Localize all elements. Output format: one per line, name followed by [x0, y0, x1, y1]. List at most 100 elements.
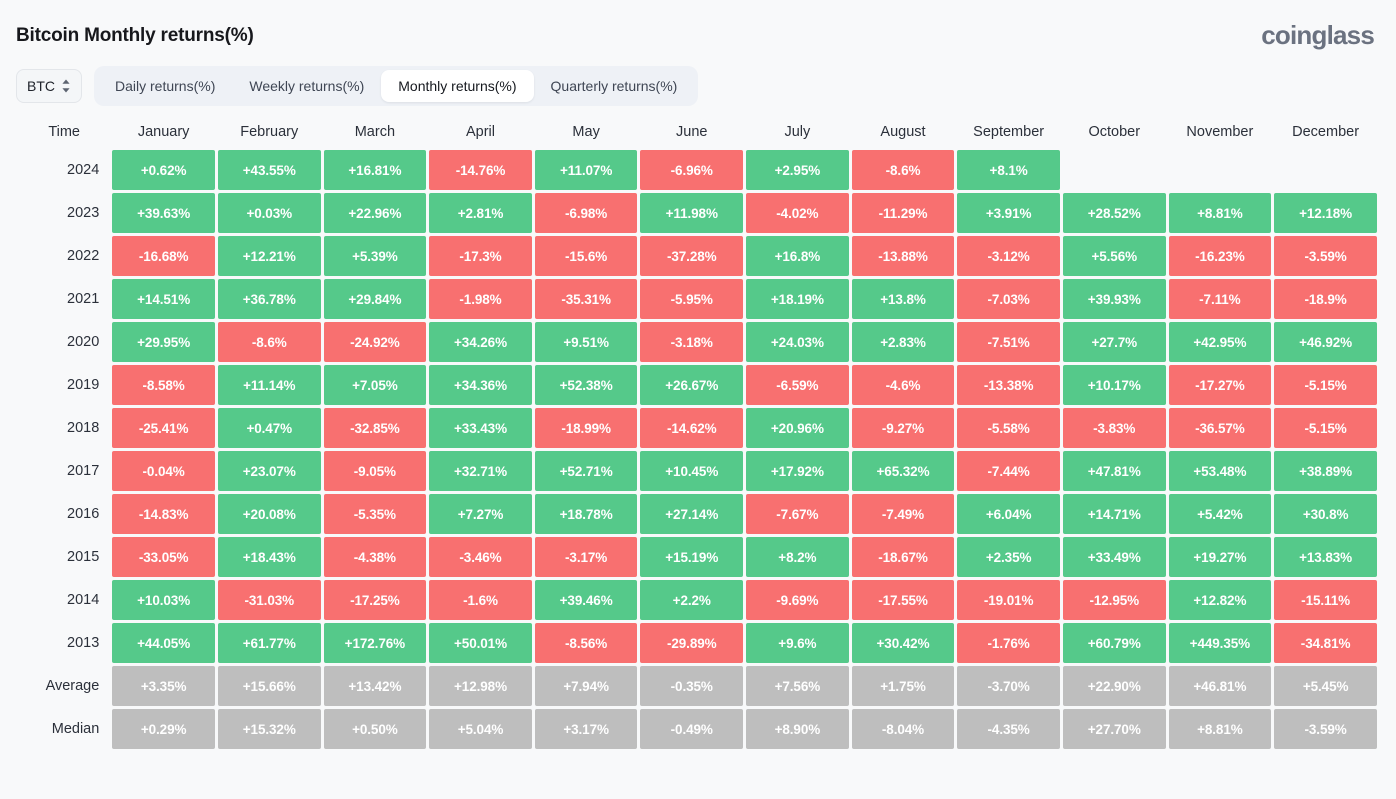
return-cell: +20.08%	[217, 494, 321, 534]
return-cell: -14.62%	[640, 408, 744, 448]
return-cell: +2.95%	[746, 150, 849, 190]
return-cell: -8.6%	[217, 322, 321, 362]
table-row: 2015 -33.05% +18.43% -4.38% -3.46% -3.17% +15.…	[19, 537, 1377, 577]
return-cell: +22.96%	[323, 193, 427, 233]
return-cell: +52.38%	[534, 365, 638, 405]
tab-daily-returns[interactable]: Daily returns(%)	[98, 70, 232, 102]
return-cell: +14.51%	[112, 279, 215, 319]
column-header-march: March	[354, 124, 396, 140]
table-row: 2016 -14.83% +20.08% -5.35% +7.27% +18.78% +27…	[19, 494, 1377, 534]
return-cell: -3.83%	[1062, 408, 1166, 448]
return-cell: +18.19%	[746, 279, 849, 319]
return-cell: -37.28%	[640, 236, 744, 276]
return-cell: +65.32%	[851, 451, 955, 491]
table-row: 2020 +29.95% -8.6% -24.92% +34.26% +9.51% -3.1…	[19, 322, 1377, 362]
row-label-2022: 2022	[67, 248, 100, 264]
row-label-median: Median	[51, 721, 100, 737]
column-header-october: October	[1088, 124, 1141, 140]
return-cell: -8.58%	[112, 365, 215, 405]
return-cell: +34.36%	[429, 365, 532, 405]
return-cell: +11.98%	[640, 193, 744, 233]
return-cell: +8.90%	[746, 709, 849, 749]
return-cell: +5.04%	[429, 709, 532, 749]
return-cell: -15.6%	[534, 236, 638, 276]
return-cell: -1.98%	[429, 279, 532, 319]
return-cell: +3.35%	[112, 666, 215, 706]
return-cell: +8.2%	[746, 537, 849, 577]
return-cell: -16.68%	[112, 236, 215, 276]
return-cell: +13.42%	[323, 666, 427, 706]
return-cell: +13.83%	[1274, 537, 1377, 577]
return-cell: +15.32%	[217, 709, 321, 749]
return-cell: -8.56%	[534, 623, 638, 663]
return-cell: +20.96%	[746, 408, 849, 448]
page-title: Bitcoin Monthly returns(%)	[16, 25, 254, 46]
return-cell: +27.14%	[640, 494, 744, 534]
return-cell: -3.12%	[957, 236, 1060, 276]
return-cell: +60.79%	[1062, 623, 1166, 663]
return-cell: -4.6%	[851, 365, 955, 405]
return-cell: +28.52%	[1062, 193, 1166, 233]
coin-selector[interactable]: BTC	[16, 69, 82, 103]
return-cell: -7.03%	[957, 279, 1060, 319]
table-row: 2014 +10.03% -31.03% -17.25% -1.6% +39.46% +2.…	[19, 580, 1377, 620]
return-cell: +22.90%	[1062, 666, 1166, 706]
return-cell: -25.41%	[112, 408, 215, 448]
return-cell: -3.17%	[534, 537, 638, 577]
return-cell: +11.07%	[534, 150, 638, 190]
return-cell: +42.95%	[1168, 322, 1272, 362]
tab-weekly-returns[interactable]: Weekly returns(%)	[232, 70, 381, 102]
row-label-2020: 2020	[67, 334, 100, 350]
return-cell: -29.89%	[640, 623, 744, 663]
return-cell: -0.04%	[112, 451, 215, 491]
return-cell: -7.49%	[851, 494, 955, 534]
return-cell: -33.05%	[112, 537, 215, 577]
return-cell: +5.45%	[1274, 666, 1377, 706]
return-cell: +449.35%	[1168, 623, 1272, 663]
row-label-2014: 2014	[67, 592, 100, 608]
return-cell: -3.18%	[640, 322, 744, 362]
return-cell: +11.14%	[217, 365, 321, 405]
return-cell: +8.81%	[1168, 193, 1272, 233]
return-cell: -17.27%	[1168, 365, 1272, 405]
return-cell: +15.19%	[640, 537, 744, 577]
return-cell: +53.48%	[1168, 451, 1272, 491]
return-cell: -15.11%	[1274, 580, 1377, 620]
return-cell: -0.35%	[640, 666, 744, 706]
return-cell: +5.42%	[1168, 494, 1272, 534]
return-cell: +32.71%	[429, 451, 532, 491]
row-label-2018: 2018	[67, 420, 100, 436]
return-cell: +172.76%	[323, 623, 427, 663]
return-cell: +9.51%	[534, 322, 638, 362]
return-cell: +7.94%	[534, 666, 638, 706]
column-header-january: January	[137, 124, 190, 140]
return-cell: +24.03%	[746, 322, 849, 362]
column-header-august: August	[880, 124, 926, 140]
return-cell: +3.91%	[957, 193, 1060, 233]
return-cell: -13.88%	[851, 236, 955, 276]
column-header-september: September	[973, 124, 1045, 140]
return-cell: -1.6%	[429, 580, 532, 620]
return-cell: -7.11%	[1168, 279, 1272, 319]
tab-quarterly-returns[interactable]: Quarterly returns(%)	[534, 70, 695, 102]
table-row: Average +3.35% +15.66% +13.42% +12.98% +7.94%…	[19, 666, 1377, 706]
return-cell: +46.92%	[1274, 322, 1377, 362]
return-cell: -9.69%	[746, 580, 849, 620]
return-cell: -7.67%	[746, 494, 849, 534]
coin-selector-label: BTC	[27, 78, 55, 94]
return-cell: -12.95%	[1062, 580, 1166, 620]
return-cell: +44.05%	[112, 623, 215, 663]
return-cell: +39.63%	[112, 193, 215, 233]
return-cell: -3.70%	[957, 666, 1060, 706]
tab-monthly-returns[interactable]: Monthly returns(%)	[381, 70, 534, 102]
return-cell: +0.62%	[112, 150, 215, 190]
return-cell: +47.81%	[1062, 451, 1166, 491]
return-cell: +36.78%	[217, 279, 321, 319]
return-cell: -17.3%	[429, 236, 532, 276]
return-cell: +2.2%	[640, 580, 744, 620]
return-cell: +33.43%	[429, 408, 532, 448]
return-cell: +5.56%	[1062, 236, 1166, 276]
return-cell: -32.85%	[323, 408, 427, 448]
column-header-december: December	[1292, 124, 1360, 140]
return-cell: +12.82%	[1168, 580, 1272, 620]
